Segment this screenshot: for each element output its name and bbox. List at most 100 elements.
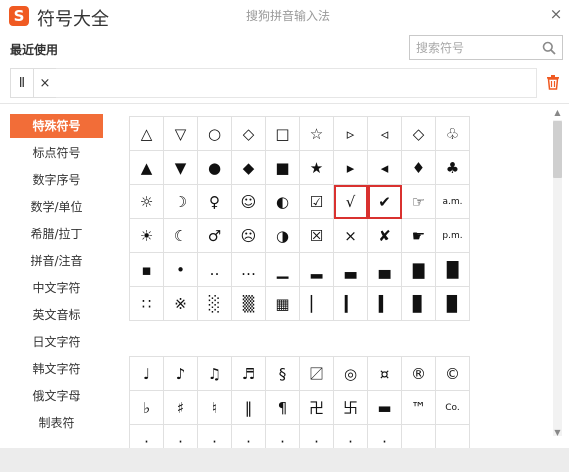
- symbol-cell[interactable]: …: [232, 253, 266, 287]
- symbol-cell[interactable]: 卍: [300, 391, 334, 425]
- search-icon[interactable]: [542, 41, 556, 55]
- symbol-cell[interactable]: ☞: [402, 185, 436, 219]
- sidebar-item-korean[interactable]: 韩文字符: [10, 357, 103, 381]
- symbol-cell[interactable]: ▸: [334, 151, 368, 185]
- symbol-cell[interactable]: [402, 425, 436, 448]
- symbol-cell[interactable]: ♮: [198, 391, 232, 425]
- symbol-cell[interactable]: ♪: [164, 357, 198, 391]
- symbol-cell[interactable]: [436, 425, 470, 448]
- symbol-cell[interactable]: ☺: [232, 185, 266, 219]
- symbol-cell[interactable]: △: [130, 117, 164, 151]
- symbol-cell[interactable]: ©: [436, 357, 470, 391]
- symbol-cell[interactable]: ▇: [402, 253, 436, 287]
- symbol-cell[interactable]: ◇: [232, 117, 266, 151]
- symbol-cell[interactable]: ▃: [334, 253, 368, 287]
- symbol-cell[interactable]: ♣: [436, 151, 470, 185]
- sidebar-item-japanese[interactable]: 日文字符: [10, 330, 103, 354]
- symbol-cell[interactable]: ▍: [368, 287, 402, 321]
- symbol-cell[interactable]: ·: [266, 425, 300, 448]
- symbol-cell[interactable]: ▹: [334, 117, 368, 151]
- search-input[interactable]: [416, 39, 540, 56]
- symbol-cell[interactable]: ☀: [130, 219, 164, 253]
- symbol-cell[interactable]: ●: [198, 151, 232, 185]
- symbol-cell[interactable]: ◎: [334, 357, 368, 391]
- scroll-down-icon[interactable]: ▼: [551, 428, 564, 438]
- symbol-cell[interactable]: ∷: [130, 287, 164, 321]
- symbol-cell[interactable]: ×: [334, 219, 368, 253]
- symbol-cell[interactable]: ♯: [164, 391, 198, 425]
- symbol-cell[interactable]: ▊: [402, 287, 436, 321]
- sidebar-item-math-units[interactable]: 数学/单位: [10, 195, 103, 219]
- symbol-cell[interactable]: ▄: [368, 253, 402, 287]
- symbol-cell[interactable]: ○: [198, 117, 232, 151]
- sidebar-item-box-drawing[interactable]: 制表符: [10, 411, 103, 435]
- symbol-cell[interactable]: ☒: [300, 219, 334, 253]
- symbol-cell[interactable]: ·: [300, 425, 334, 448]
- symbol-cell[interactable]: ☾: [164, 219, 198, 253]
- symbol-cell[interactable]: ☼: [130, 185, 164, 219]
- symbol-cell[interactable]: ▪: [130, 253, 164, 287]
- symbol-cell[interactable]: ·: [198, 425, 232, 448]
- symbol-cell[interactable]: ✘: [368, 219, 402, 253]
- recent-symbol[interactable]: Ⅱ: [10, 68, 33, 98]
- symbol-cell[interactable]: ·: [164, 425, 198, 448]
- symbol-cell[interactable]: ♭: [130, 391, 164, 425]
- symbol-cell[interactable]: ♀: [198, 185, 232, 219]
- sidebar-item-greek-latin[interactable]: 希腊/拉丁: [10, 222, 103, 246]
- symbol-cell[interactable]: 〼: [300, 357, 334, 391]
- recent-symbol[interactable]: ×: [33, 68, 56, 98]
- sidebar-item-numbering[interactable]: 数字序号: [10, 168, 103, 192]
- symbol-cell[interactable]: ※: [164, 287, 198, 321]
- symbol-cell[interactable]: ▁: [266, 253, 300, 287]
- symbol-cell[interactable]: ▂: [300, 253, 334, 287]
- symbol-cell[interactable]: •: [164, 253, 198, 287]
- symbol-cell[interactable]: Co.: [436, 391, 470, 425]
- symbol-cell[interactable]: §: [266, 357, 300, 391]
- scrollbar-thumb[interactable]: [553, 121, 562, 178]
- symbol-cell[interactable]: ★: [300, 151, 334, 185]
- symbol-cell[interactable]: ☑: [300, 185, 334, 219]
- symbol-cell[interactable]: ░: [198, 287, 232, 321]
- symbol-cell[interactable]: ♧: [436, 117, 470, 151]
- symbol-cell[interactable]: ♦: [402, 151, 436, 185]
- search-box[interactable]: [409, 35, 563, 60]
- symbol-cell[interactable]: ¤: [368, 357, 402, 391]
- symbol-cell[interactable]: ™: [402, 391, 436, 425]
- symbol-cell[interactable]: ◃: [368, 117, 402, 151]
- symbol-cell[interactable]: √: [334, 185, 368, 219]
- symbol-cell[interactable]: ☽: [164, 185, 198, 219]
- sidebar-item-special[interactable]: 特殊符号: [10, 114, 103, 138]
- symbol-cell[interactable]: ·: [232, 425, 266, 448]
- sidebar-item-chinese[interactable]: 中文字符: [10, 276, 103, 300]
- symbol-cell[interactable]: a.m.: [436, 185, 470, 219]
- symbol-cell[interactable]: ☹: [232, 219, 266, 253]
- symbol-cell[interactable]: ·: [130, 425, 164, 448]
- symbol-cell[interactable]: ◐: [266, 185, 300, 219]
- symbol-cell[interactable]: ▒: [232, 287, 266, 321]
- symbol-cell[interactable]: ◂: [368, 151, 402, 185]
- sidebar-item-punctuation[interactable]: 标点符号: [10, 141, 103, 165]
- symbol-cell[interactable]: ✔: [368, 185, 402, 219]
- symbol-cell[interactable]: ▬: [368, 391, 402, 425]
- symbol-cell[interactable]: ▎: [334, 287, 368, 321]
- trash-icon[interactable]: [546, 74, 560, 90]
- symbol-cell[interactable]: ☛: [402, 219, 436, 253]
- symbol-cell[interactable]: ◑: [266, 219, 300, 253]
- symbol-cell[interactable]: ■: [266, 151, 300, 185]
- symbol-cell[interactable]: ☆: [300, 117, 334, 151]
- sidebar-item-pinyin[interactable]: 拼音/注音: [10, 249, 103, 273]
- symbol-cell[interactable]: ▲: [130, 151, 164, 185]
- symbol-cell[interactable]: ♬: [232, 357, 266, 391]
- symbol-cell[interactable]: 卐: [334, 391, 368, 425]
- sidebar-item-phonetic[interactable]: 英文音标: [10, 303, 103, 327]
- symbol-cell[interactable]: ♂: [198, 219, 232, 253]
- scroll-up-icon[interactable]: ▲: [551, 108, 564, 118]
- symbol-cell[interactable]: ◆: [232, 151, 266, 185]
- symbol-cell[interactable]: ®: [402, 357, 436, 391]
- symbol-cell[interactable]: ·: [368, 425, 402, 448]
- close-icon[interactable]: ×: [548, 5, 564, 23]
- symbol-cell[interactable]: ▽: [164, 117, 198, 151]
- symbol-cell[interactable]: ♩: [130, 357, 164, 391]
- symbol-cell[interactable]: ▦: [266, 287, 300, 321]
- sidebar-item-russian[interactable]: 俄文字母: [10, 384, 103, 408]
